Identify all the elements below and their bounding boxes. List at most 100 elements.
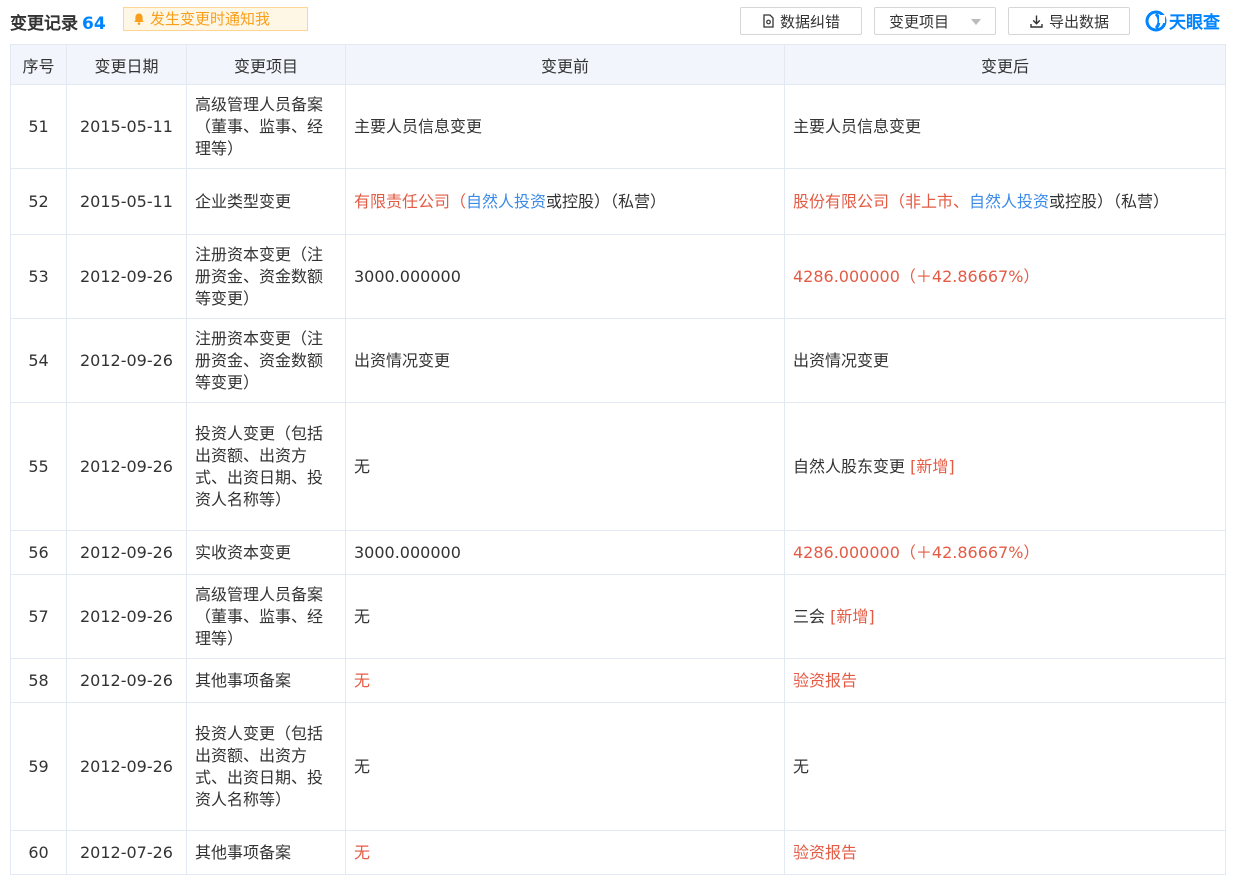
table-row: 57 2012-09-26 高级管理人员备案（董事、监事、经理等） 无 三会 [新增] (10, 574, 1226, 659)
value-after: 无 (784, 702, 1226, 831)
bell-icon (134, 13, 144, 25)
value-segment: [新增] (830, 606, 875, 626)
value-segment: 或控股）（私营） (1049, 191, 1170, 211)
value-segment: 验资报告 (793, 670, 858, 690)
value-segment: 股份有限公司（非上市、 (793, 191, 970, 211)
chevron-down-icon (971, 19, 981, 25)
record-count: 64 (82, 14, 106, 34)
table-row: 54 2012-09-26 注册资本变更（注册资金、资金数额等变更） 出资情况变更 出资… (10, 318, 1226, 403)
value-after: 三会 [新增] (784, 574, 1226, 659)
change-date: 2012-09-26 (66, 402, 187, 531)
value-segment: 无 (793, 756, 810, 776)
row-number: 56 (10, 530, 67, 575)
value-segment[interactable]: 自然人投资 (466, 192, 546, 211)
table-row: 52 2015-05-11 企业类型变更 有限责任公司（自然人投资或控股）（私营） 股份… (10, 168, 1226, 235)
value-segment: 或控股）（私营） (546, 191, 667, 211)
logo-mark-icon (1145, 10, 1167, 31)
col-header-item: 变更项目 (186, 44, 346, 85)
document-icon (763, 14, 774, 28)
value-segment: 三会 (793, 606, 831, 626)
col-header-after: 变更后 (784, 44, 1226, 85)
row-number: 58 (10, 658, 67, 703)
row-number: 53 (10, 234, 67, 319)
row-number: 59 (10, 702, 67, 831)
notify-label: 发生变更时通知我 (150, 10, 271, 28)
change-item: 高级管理人员备案（董事、监事、经理等） (186, 574, 346, 659)
col-header-date: 变更日期 (66, 44, 187, 85)
change-date: 2012-09-26 (66, 702, 187, 831)
change-item: 注册资本变更（注册资金、资金数额等变更） (186, 318, 346, 403)
change-item: 其他事项备案 (186, 830, 346, 875)
change-date: 2012-09-26 (66, 318, 187, 403)
change-item: 实收资本变更 (186, 530, 346, 575)
change-date: 2015-05-11 (66, 168, 187, 235)
value-segment[interactable]: 自然人投资 (969, 192, 1049, 211)
table-row: 53 2012-09-26 注册资本变更（注册资金、资金数额等变更） 3000.000… (10, 234, 1226, 319)
value-segment: 4286.000000（＋42.86667%） (793, 542, 1040, 562)
value-before: 主要人员信息变更 (345, 84, 785, 169)
value-after: 自然人股东变更 [新增] (784, 402, 1226, 531)
table-row: 60 2012-07-26 其他事项备案无 验资报告 (10, 830, 1226, 875)
col-header-before: 变更前 (345, 44, 785, 85)
export-data-button[interactable]: 导出数据 (1008, 7, 1130, 35)
change-item: 投资人变更（包括出资额、出资方式、出资日期、投资人名称等） (186, 402, 346, 531)
change-item: 注册资本变更（注册资金、资金数额等变更） (186, 234, 346, 319)
change-item: 投资人变更（包括出资额、出资方式、出资日期、投资人名称等） (186, 702, 346, 831)
tianyancha-logo: 天眼查 (1145, 8, 1220, 33)
value-after: 主要人员信息变更 (784, 84, 1226, 169)
table-row: 59 2012-09-26 投资人变更（包括出资额、出资方式、出资日期、投资人名称等… (10, 702, 1226, 831)
row-number: 54 (10, 318, 67, 403)
table-header-row: 序号 变更日期 变更项目 变更前 变更后 (10, 44, 1226, 85)
col-header-no: 序号 (10, 44, 67, 85)
change-item-filter[interactable]: 变更项目 (874, 7, 996, 35)
change-date: 2012-09-26 (66, 234, 187, 319)
change-date: 2015-05-11 (66, 84, 187, 169)
change-date: 2012-09-26 (66, 574, 187, 659)
download-icon (1030, 15, 1043, 28)
section-title: 变更记录 64 (10, 9, 106, 34)
section-title-text: 变更记录 (10, 14, 78, 34)
value-segment: 3000.000000 (354, 542, 461, 562)
value-after: 股份有限公司（非上市、自然人投资或控股）（私营） (784, 168, 1226, 235)
logo-text: 天眼查 (1169, 13, 1220, 33)
row-number: 52 (10, 168, 67, 235)
notify-button[interactable]: 发生变更时通知我 (123, 7, 308, 31)
table-row: 58 2012-09-26 其他事项备案无 验资报告 (10, 658, 1226, 703)
value-before: 3000.000000 (345, 234, 785, 319)
value-segment: 无 (354, 456, 371, 476)
value-segment: 有限责任公司（ (354, 191, 467, 211)
change-date: 2012-07-26 (66, 830, 187, 875)
row-number: 57 (10, 574, 67, 659)
value-segment: 主要人员信息变更 (354, 116, 483, 136)
change-records-table: 序号 变更日期 变更项目 变更前 变更后 51 2015-05-11 高级管理人员备… (10, 44, 1226, 875)
value-segment: 3000.000000 (354, 266, 461, 286)
value-before: 无 (345, 830, 785, 875)
value-before: 无 (345, 574, 785, 659)
value-segment: 无 (354, 670, 371, 690)
value-segment: 出资情况变更 (793, 350, 890, 370)
value-segment: 无 (354, 756, 371, 776)
row-number: 51 (10, 84, 67, 169)
value-before: 无 (345, 658, 785, 703)
table-row: 51 2015-05-11 高级管理人员备案（董事、监事、经理等） 主要人员信息变更 主… (10, 84, 1226, 169)
change-date: 2012-09-26 (66, 658, 187, 703)
change-item: 企业类型变更 (186, 168, 346, 235)
change-date: 2012-09-26 (66, 530, 187, 575)
page-header: 变更记录 64 发生变更时通知我 数据纠错 变更项目 导出数据 天眼查 (0, 0, 1238, 42)
change-item: 高级管理人员备案（董事、监事、经理等） (186, 84, 346, 169)
value-segment: 无 (354, 606, 371, 626)
value-segment: 4286.000000（＋42.86667%） (793, 266, 1040, 286)
row-number: 60 (10, 830, 67, 875)
value-after: 出资情况变更 (784, 318, 1226, 403)
row-number: 55 (10, 402, 67, 531)
value-after: 验资报告 (784, 830, 1226, 875)
value-segment: [新增] (910, 456, 955, 476)
change-item-filter-label: 变更项目 (889, 12, 950, 31)
value-segment: 无 (354, 842, 371, 862)
table-row: 56 2012-09-26 实收资本变更 3000.000000 4286.000000… (10, 530, 1226, 575)
value-after: 4286.000000（＋42.86667%） (784, 530, 1226, 575)
value-before: 无 (345, 702, 785, 831)
data-correction-button[interactable]: 数据纠错 (740, 7, 862, 35)
export-data-label: 导出数据 (1048, 12, 1109, 31)
value-segment: 验资报告 (793, 842, 858, 862)
